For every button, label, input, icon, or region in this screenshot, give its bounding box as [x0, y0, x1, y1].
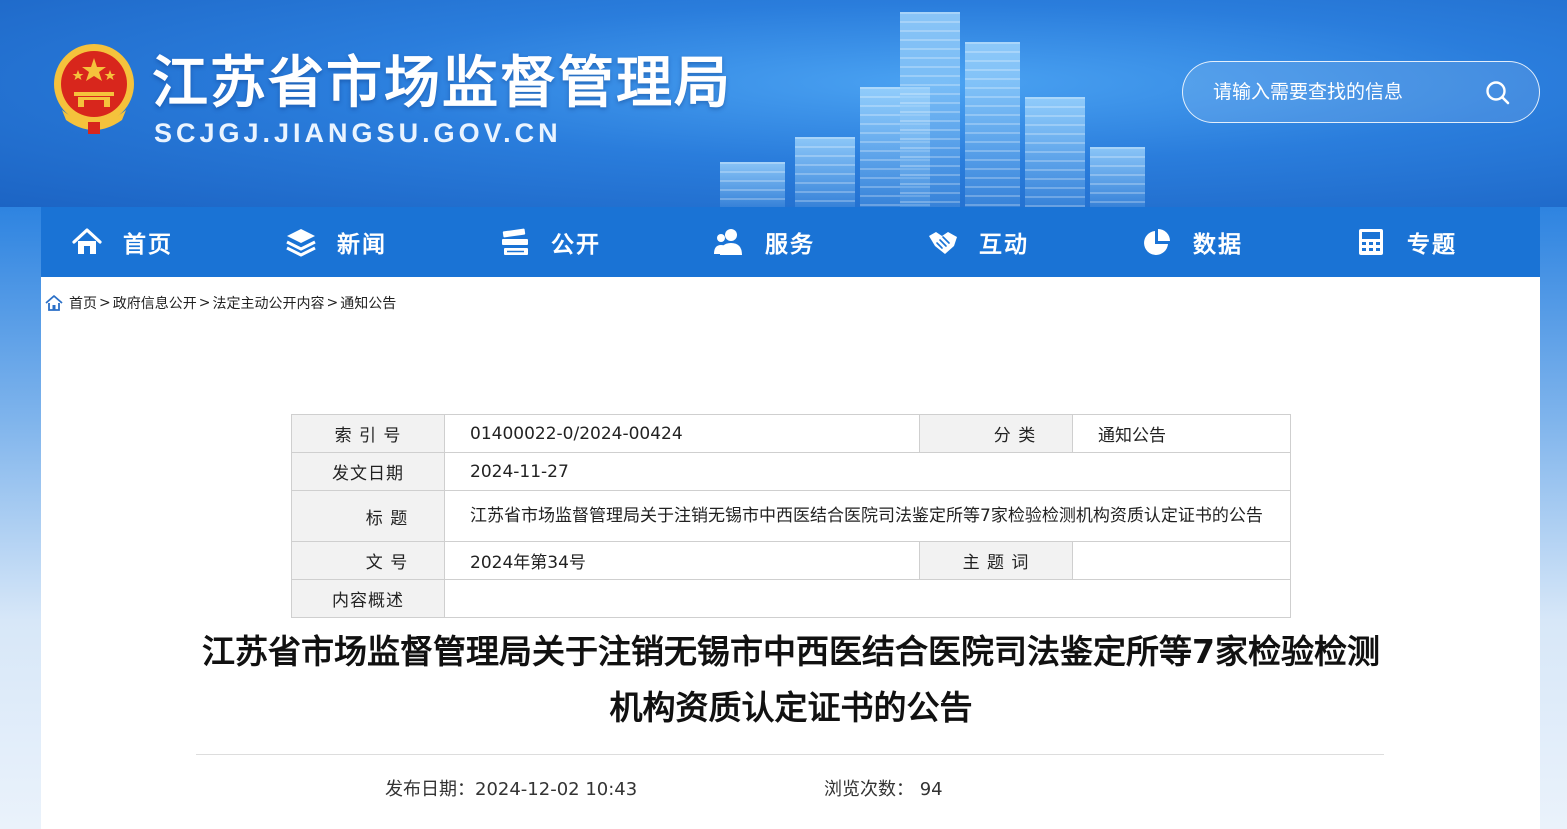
skyline-building — [1090, 147, 1145, 207]
nav-item-open[interactable]: 公开 — [469, 207, 683, 277]
nav-item-topic[interactable]: 专题 — [1325, 207, 1539, 277]
meta-label-index: 索 引 号 — [291, 414, 445, 453]
view-count: 浏览次数： 94 — [824, 775, 943, 801]
breadcrumb-link-notices[interactable]: 通知公告 — [340, 293, 396, 313]
meta-value-keywords — [1072, 541, 1291, 580]
layers-icon — [286, 229, 316, 257]
nav-item-label: 公开 — [551, 232, 601, 258]
skyline-building — [900, 12, 960, 207]
skyline-building — [965, 42, 1020, 207]
main-content: 首页 > 政府信息公开 > 法定主动公开内容 > 通知公告 索 引 号 0140… — [41, 277, 1540, 829]
nav-item-label: 新闻 — [337, 232, 387, 258]
table-row: 索 引 号 01400022-0/2024-00424 分 类 通知公告 — [291, 414, 1291, 453]
publish-date-value: 2024-12-02 10:43 — [475, 779, 638, 800]
nav-item-home[interactable]: 首页 — [41, 207, 255, 277]
users-icon — [714, 229, 742, 255]
search-icon[interactable] — [1483, 78, 1513, 108]
home-icon — [45, 295, 63, 311]
view-count-label: 浏览次数： — [824, 779, 914, 800]
site-title: 江苏省市场监督管理局 — [152, 51, 732, 116]
national-emblem-icon — [54, 44, 134, 134]
table-row: 标 题 江苏省市场监督管理局关于注销无锡市中西医结合医院司法鉴定所等7家检验检测… — [291, 490, 1291, 542]
meta-label-title: 标 题 — [291, 490, 445, 542]
search-input[interactable] — [1213, 76, 1473, 108]
table-row: 文 号 2024年第34号 主 题 词 — [291, 541, 1291, 580]
meta-value-summary — [444, 579, 1291, 618]
breadcrumb-link-statutory[interactable]: 法定主动公开内容 — [212, 293, 324, 313]
meta-label-summary: 内容概述 — [291, 579, 445, 618]
meta-label-date: 发文日期 — [291, 452, 445, 491]
breadcrumb-separator: > — [99, 295, 111, 311]
nav-item-data[interactable]: 数据 — [1111, 207, 1325, 277]
breadcrumb: 首页 > 政府信息公开 > 法定主动公开内容 > 通知公告 — [45, 293, 396, 313]
nav-item-label: 服务 — [765, 232, 815, 258]
nav-item-interact[interactable]: 互动 — [897, 207, 1111, 277]
publish-date: 发布日期：2024-12-02 10:43 — [385, 775, 637, 801]
meta-label-category: 分 类 — [919, 414, 1073, 453]
nav-item-label: 专题 — [1407, 232, 1457, 258]
breadcrumb-separator: > — [326, 295, 339, 311]
search-bar — [1182, 61, 1540, 123]
calculator-icon — [1359, 229, 1383, 255]
site-header: 江苏省市场监督管理局 SCJGJ.JIANGSU.GOV.CN — [0, 0, 1567, 207]
nav-item-label: 首页 — [123, 232, 173, 258]
meta-label-keywords: 主 题 词 — [919, 541, 1073, 580]
breadcrumb-link-home[interactable]: 首页 — [69, 293, 97, 313]
skyline-building — [795, 137, 855, 207]
publish-date-label: 发布日期： — [385, 779, 475, 800]
meta-value-date: 2024-11-27 — [444, 452, 1291, 491]
nav-item-service[interactable]: 服务 — [683, 207, 897, 277]
nav-item-label: 互动 — [979, 232, 1029, 258]
main-nav: 首页 新闻 公开 服务 互动 数据 专题 — [41, 207, 1540, 277]
books-icon — [502, 228, 528, 255]
home-icon — [72, 228, 102, 254]
pie-chart-icon — [1144, 229, 1170, 255]
table-row: 发文日期 2024-11-27 — [291, 452, 1291, 491]
divider — [196, 754, 1384, 755]
nav-item-label: 数据 — [1193, 232, 1243, 258]
view-count-value: 94 — [919, 779, 943, 800]
breadcrumb-link-gov-info[interactable]: 政府信息公开 — [113, 293, 197, 313]
skyline-building — [720, 162, 785, 207]
article-title: 江苏省市场监督管理局关于注销无锡市中西医结合医院司法鉴定所等7家检验检测机构资质… — [202, 632, 1380, 727]
document-meta-table: 索 引 号 01400022-0/2024-00424 分 类 通知公告 发文日… — [291, 414, 1291, 618]
meta-value-index: 01400022-0/2024-00424 — [444, 414, 920, 453]
breadcrumb-separator: > — [198, 295, 211, 311]
meta-value-doc-no: 2024年第34号 — [444, 541, 920, 580]
table-row: 内容概述 — [291, 579, 1291, 618]
meta-value-category: 通知公告 — [1072, 414, 1291, 453]
nav-item-news[interactable]: 新闻 — [255, 207, 469, 277]
site-url: SCJGJ.JIANGSU.GOV.CN — [154, 118, 562, 148]
skyline-building — [1025, 97, 1085, 207]
meta-label-doc-no: 文 号 — [291, 541, 445, 580]
handshake-icon — [929, 232, 957, 254]
meta-value-title: 江苏省市场监督管理局关于注销无锡市中西医结合医院司法鉴定所等7家检验检测机构资质… — [444, 490, 1291, 542]
